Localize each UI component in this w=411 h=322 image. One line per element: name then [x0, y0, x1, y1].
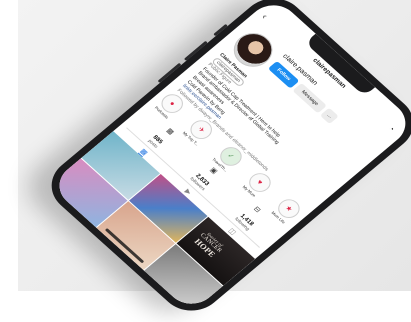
grid-icon[interactable]: ▦ — [165, 127, 176, 136]
message-button[interactable]: Message — [292, 82, 328, 114]
bookmark-icon[interactable]: ⊟ — [252, 205, 263, 214]
more-options-button[interactable]: … — [319, 107, 339, 125]
post-text: Stories of CANCER HOPE — [188, 226, 230, 263]
calendar-icon[interactable]: ▣ — [208, 166, 219, 175]
